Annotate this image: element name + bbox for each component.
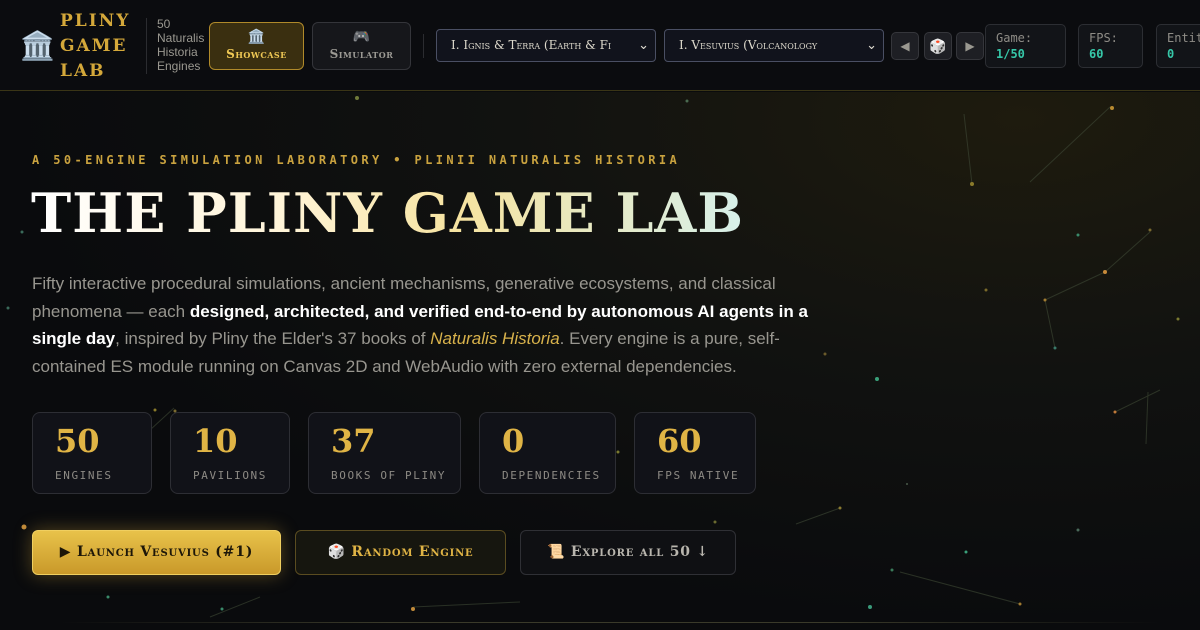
brand-divider — [146, 18, 147, 74]
brand-name[interactable]: PLINY GAME LAB — [60, 9, 130, 84]
brand-line-2: GAME — [60, 36, 128, 56]
metric-card-books: 37 BOOKS OF PLINY — [308, 412, 461, 494]
entities-counter: Entit 0 — [1156, 24, 1200, 68]
preset-select[interactable]: I. Vesuvius (Volcanology ⌄ — [664, 29, 884, 62]
metric-value: 60 — [657, 422, 702, 460]
toolbar-divider — [423, 34, 424, 58]
subtitle-line-1: 50 — [157, 17, 171, 31]
hero-description: Fifty interactive procedural simulations… — [32, 270, 822, 380]
chevron-down-icon: ⌄ — [862, 30, 877, 61]
metric-value: 37 — [331, 422, 376, 460]
metric-label: DEPENDENCIES — [502, 469, 601, 482]
metric-label: BOOKS OF PLINY — [331, 469, 447, 482]
lede-book-title: Naturalis Historia — [430, 329, 560, 348]
brand-line-1: PLINY — [60, 11, 131, 31]
hero-title: THE PLINY GAME LAB — [31, 181, 744, 245]
top-nav-bar: 🏛️ PLINY GAME LAB 50 Naturalis Historia … — [0, 0, 1200, 91]
game-counter-value: 1/50 — [996, 47, 1025, 61]
fps-counter: FPS: 60 — [1078, 24, 1143, 68]
launch-label: ▶ Launch Vesuvius (#1) — [59, 544, 254, 560]
explore-label: 📜 Explore all 50 ↓ — [547, 544, 709, 560]
brand-subtitle: 50 Naturalis Historia Engines — [157, 17, 204, 73]
metric-card-pavilions: 10 PAVILIONS — [170, 412, 290, 494]
chevron-down-icon: ⌄ — [634, 30, 649, 61]
game-counter: Game: 1/50 — [985, 24, 1066, 68]
gamepad-icon: 🎮 — [352, 29, 371, 45]
simulator-label: Simulator — [329, 47, 394, 61]
temple-logo-icon[interactable]: 🏛️ — [20, 30, 55, 62]
hero-section: A 50-ENGINE SIMULATION LABORATORY • PLIN… — [0, 92, 1200, 630]
metric-label: FPS NATIVE — [657, 469, 740, 482]
game-counter-label: Game: — [996, 31, 1033, 45]
metric-value: 50 — [55, 422, 100, 460]
metric-label: ENGINES — [55, 469, 113, 482]
metric-card-dependencies: 0 DEPENDENCIES — [479, 412, 616, 494]
fps-counter-value: 60 — [1089, 47, 1104, 61]
previous-game-button[interactable]: ◀ — [891, 32, 919, 60]
section-divider — [60, 622, 1160, 623]
metric-card-engines: 50 ENGINES — [32, 412, 152, 494]
game-select[interactable]: I. Ignis & Terra (Earth & Fi ⌄ — [436, 29, 656, 62]
random-label: 🎲 Random Engine — [327, 544, 474, 560]
random-engine-button[interactable]: 🎲 Random Engine — [295, 530, 506, 575]
subtitle-line-2: Naturalis — [157, 31, 205, 45]
temple-icon: 🏛️ — [247, 29, 266, 45]
entities-counter-value: 0 — [1167, 47, 1175, 61]
triangle-right-icon: ▶ — [965, 39, 975, 53]
preset-select-value: I. Vesuvius (Volcanology — [679, 38, 818, 52]
metric-value: 10 — [193, 422, 238, 460]
showcase-mode-button[interactable]: 🏛️ Showcase — [209, 22, 304, 70]
dice-icon: 🎲 — [929, 38, 947, 54]
showcase-label: Showcase — [226, 47, 287, 61]
fps-counter-label: FPS: — [1089, 31, 1118, 45]
game-select-value: I. Ignis & Terra (Earth & Fi — [451, 38, 612, 52]
brand-line-3: LAB — [60, 61, 106, 81]
metric-value: 0 — [502, 422, 525, 460]
launch-engine-button[interactable]: ▶ Launch Vesuvius (#1) — [32, 530, 281, 575]
next-game-button[interactable]: ▶ — [956, 32, 984, 60]
explore-all-button[interactable]: 📜 Explore all 50 ↓ — [520, 530, 736, 575]
subtitle-line-4: Engines — [157, 59, 201, 73]
simulator-mode-button[interactable]: 🎮 Simulator — [312, 22, 411, 70]
metric-card-fps: 60 FPS NATIVE — [634, 412, 756, 494]
metric-label: PAVILIONS — [193, 469, 268, 482]
random-game-button[interactable]: 🎲 — [924, 32, 952, 60]
lede-text-2: , inspired by Pliny the Elder's 37 books… — [115, 329, 431, 348]
entities-counter-label: Entit — [1167, 31, 1200, 45]
triangle-left-icon: ◀ — [900, 39, 910, 53]
subtitle-line-3: Historia — [157, 45, 198, 59]
hero-kicker: A 50-ENGINE SIMULATION LABORATORY • PLIN… — [32, 153, 681, 167]
